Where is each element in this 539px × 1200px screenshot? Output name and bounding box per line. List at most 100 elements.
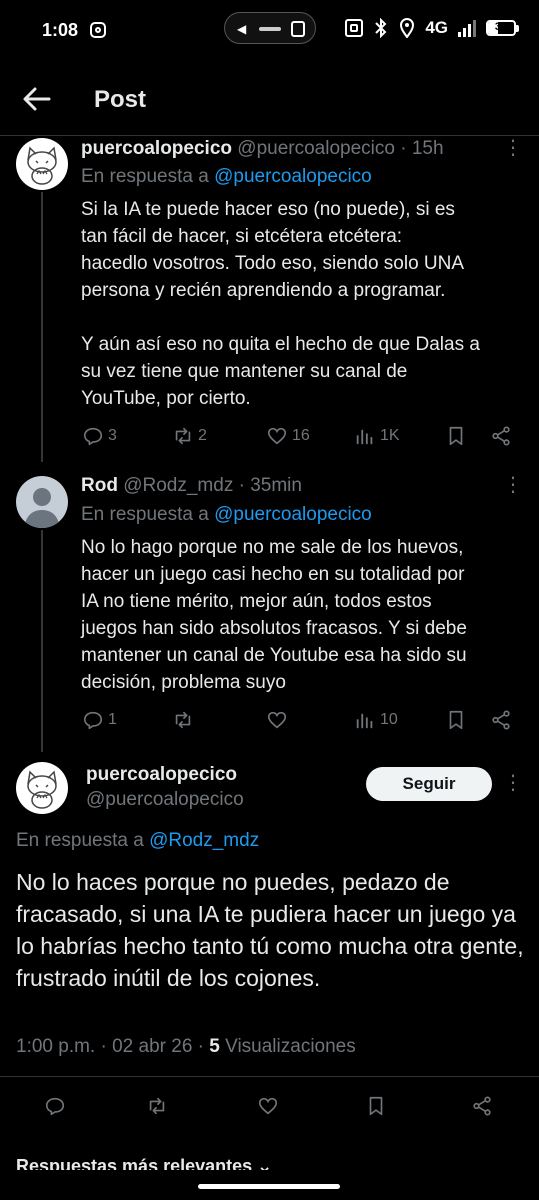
home-indicator[interactable] [198, 1184, 340, 1189]
views-label: Visualizaciones [219, 1036, 356, 1057]
share-icon [492, 710, 510, 730]
display-name[interactable]: puercoalopecico [86, 764, 237, 786]
reply-icon [45, 1097, 65, 1116]
views-icon [356, 713, 373, 729]
thread-line [41, 192, 43, 462]
username[interactable]: @puercoalopecico [237, 138, 395, 159]
tweet-time: · 15h [400, 138, 444, 159]
like-icon [267, 711, 287, 729]
instagram-notification-icon [90, 22, 106, 38]
repost-count: 2 [198, 427, 207, 444]
share-icon [473, 1096, 491, 1116]
top-bar: Post [0, 62, 539, 136]
display-name[interactable]: puercoalopecico [81, 138, 232, 159]
status-right: 4G 37 [345, 18, 519, 38]
replies-sort-label: Respuestas más relevantes [16, 1156, 253, 1170]
username[interactable]: @puercoalopecico [86, 789, 244, 811]
bookmark-icon [369, 1096, 383, 1116]
default-avatar-icon [24, 488, 60, 528]
like-button[interactable] [266, 709, 288, 731]
tweet-header: puercoalopecico @puercoalopecico · 15h [81, 138, 444, 160]
repost-icon [175, 427, 191, 445]
speaker-icon: ◀ [237, 22, 247, 36]
bookmark-button[interactable] [445, 425, 467, 447]
bluetooth-icon [375, 18, 387, 38]
reply-prefix: En respuesta a [81, 504, 215, 525]
tweet-header: Rod @Rodz_mdz · 35min [81, 475, 302, 497]
view-count: 10 [380, 711, 398, 728]
reply-count: 1 [108, 711, 117, 728]
nfc-icon [345, 19, 364, 37]
reply-icon [83, 427, 103, 446]
bookmark-icon [449, 426, 463, 446]
reply-to-link[interactable]: @puercoalopecico [214, 166, 372, 187]
divider [0, 1076, 539, 1077]
reply-button[interactable]: 1 [82, 709, 117, 731]
repost-button[interactable] [146, 1095, 168, 1117]
share-button[interactable] [490, 709, 512, 731]
tweet-text: No lo hago porque no me sale de los huev… [81, 537, 467, 693]
page-title: Post [94, 86, 147, 113]
timestamp: 1:00 p.m. · 02 abr 26 · [16, 1036, 210, 1057]
like-button[interactable] [257, 1095, 279, 1117]
replies-sort-dropdown[interactable]: Respuestas más relevantes ⌄ [16, 1156, 272, 1170]
reply-context: En respuesta a @Rodz_mdz [16, 830, 259, 852]
reply-button[interactable]: 3 [82, 425, 117, 447]
reply-prefix: En respuesta a [16, 830, 150, 851]
tweet-time: · 35min [238, 475, 302, 496]
reply-icon [83, 711, 103, 730]
more-vertical-icon[interactable]: ⋮ [503, 475, 523, 495]
cat-avatar-icon [27, 146, 57, 185]
like-button[interactable]: 16 [266, 425, 310, 447]
view-count: 1K [380, 427, 400, 444]
avatar[interactable] [16, 138, 68, 190]
repost-icon [149, 1097, 165, 1115]
cat-avatar-icon [27, 770, 57, 809]
battery-icon: 37 [486, 20, 519, 36]
more-vertical-icon[interactable]: ⋮ [503, 138, 523, 158]
network-type: 4G [425, 18, 448, 37]
more-vertical-icon[interactable]: ⋮ [503, 773, 523, 793]
status-bar: 1:08 ◀ 4G 37 [0, 0, 539, 62]
reply-count: 3 [108, 427, 117, 444]
signal-icon [458, 19, 476, 37]
reply-prefix: En respuesta a [81, 166, 215, 187]
share-button[interactable] [490, 425, 512, 447]
media-bar [259, 27, 281, 31]
location-icon [400, 18, 415, 38]
avatar[interactable] [16, 476, 68, 528]
username[interactable]: @Rodz_mdz [123, 475, 233, 496]
views-icon [356, 429, 373, 445]
chevron-down-icon: ⌄ [257, 1156, 273, 1170]
thread-line [41, 530, 43, 752]
repost-icon [175, 711, 191, 729]
avatar[interactable] [16, 762, 68, 814]
back-arrow-icon[interactable] [22, 86, 52, 112]
repost-button[interactable]: 2 [172, 425, 207, 447]
camera-icon [291, 21, 305, 37]
status-time: 1:08 [42, 20, 79, 40]
like-count: 16 [292, 427, 310, 444]
views-button[interactable]: 10 [354, 709, 398, 731]
views-count: 5 [209, 1036, 220, 1057]
tweet-text: Si la IA te puede hacer eso (no puede), … [81, 199, 480, 409]
like-icon [267, 427, 287, 445]
reply-to-link[interactable]: @puercoalopecico [214, 504, 372, 525]
follow-button[interactable]: Seguir [366, 767, 492, 801]
media-pill: ◀ [224, 12, 316, 44]
display-name[interactable]: Rod [81, 475, 118, 496]
reply-to-link[interactable]: @Rodz_mdz [149, 830, 259, 851]
tweet-meta: 1:00 p.m. · 02 abr 26 · 5 Visualizacione… [16, 1036, 356, 1058]
tweet-text: No lo haces porque no puedes, pedazo de … [16, 869, 524, 991]
bookmark-button[interactable] [445, 709, 467, 731]
reply-context: En respuesta a @puercoalopecico [81, 504, 372, 526]
bookmark-button[interactable] [365, 1095, 387, 1117]
like-icon [258, 1097, 278, 1115]
share-icon [492, 426, 510, 446]
battery-level: 37 [494, 21, 508, 33]
bookmark-icon [449, 710, 463, 730]
share-button[interactable] [471, 1095, 493, 1117]
reply-button[interactable] [44, 1095, 66, 1117]
views-button[interactable]: 1K [354, 425, 400, 447]
repost-button[interactable] [172, 709, 194, 731]
